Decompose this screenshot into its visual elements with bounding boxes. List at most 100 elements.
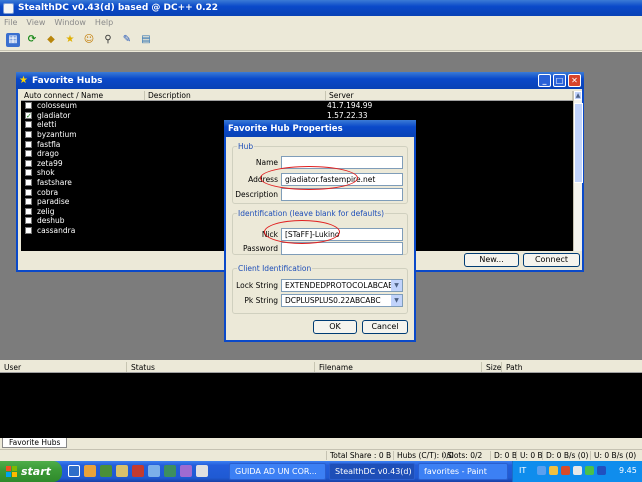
- scroll-up-icon[interactable]: ▲: [574, 91, 582, 100]
- auto-connect-checkbox[interactable]: ✓: [25, 111, 32, 119]
- auto-connect-checkbox[interactable]: [25, 121, 32, 129]
- tray-app-icon[interactable]: [549, 466, 558, 475]
- auto-connect-checkbox[interactable]: [25, 102, 32, 110]
- hub-icon[interactable]: ▦: [6, 32, 20, 47]
- star-icon[interactable]: ★: [63, 33, 77, 47]
- transfer-list[interactable]: User Status Filename Size Path: [0, 362, 642, 438]
- tray-antivirus-icon[interactable]: [561, 466, 570, 475]
- pk-string-value: DCPLUSPLUS0.22ABCABC: [285, 296, 381, 305]
- slots-status: Slots: 0/2: [443, 451, 482, 460]
- start-button[interactable]: start: [0, 461, 62, 482]
- window-controls: _ □ ✕: [536, 74, 581, 87]
- auto-connect-checkbox[interactable]: [25, 227, 32, 235]
- tray-network-icon[interactable]: [537, 466, 546, 475]
- column-header-size[interactable]: Size: [482, 362, 502, 372]
- auto-connect-checkbox[interactable]: [25, 207, 32, 215]
- task-guida[interactable]: GUIDA AD UN COR...: [229, 463, 326, 480]
- column-header-user[interactable]: User: [0, 362, 127, 372]
- menu-file[interactable]: File: [4, 18, 17, 27]
- tray-volume-icon[interactable]: [573, 466, 582, 475]
- menu-help[interactable]: Help: [95, 18, 113, 27]
- chevron-down-icon[interactable]: ▼: [391, 280, 402, 291]
- dialog-title: Favorite Hub Properties: [228, 123, 343, 134]
- tray-messenger-icon[interactable]: [585, 466, 594, 475]
- refresh-icon[interactable]: ⟳: [25, 33, 39, 47]
- auto-connect-checkbox[interactable]: [25, 140, 32, 148]
- hub-row[interactable]: ✓ gladiator 1.57.22.33: [21, 111, 573, 121]
- maximize-button[interactable]: □: [553, 74, 566, 87]
- task-paint[interactable]: favorites - Paint: [418, 463, 508, 480]
- quicklaunch-app4-icon[interactable]: [196, 465, 208, 477]
- annotation-circle-address: [260, 166, 358, 190]
- ok-button[interactable]: OK: [313, 320, 357, 334]
- column-header-path[interactable]: Path: [502, 362, 640, 372]
- app-title-bar[interactable]: StealthDC v0.43(d) based @ DC++ 0.22: [0, 0, 642, 16]
- favorite-hubs-title-bar[interactable]: ★ Favorite Hubs: [16, 72, 584, 89]
- status-bar: Total Share : 0 B Hubs (C/T): 0/0 Slots:…: [0, 449, 642, 461]
- hubs-list-scrollbar[interactable]: ▲: [573, 91, 583, 251]
- internet-explorer-icon[interactable]: [68, 465, 80, 477]
- hub-row[interactable]: colosseum 41.7.194.99: [21, 101, 573, 111]
- menu-window[interactable]: Window: [54, 18, 86, 27]
- task-stealthdc[interactable]: StealthDC v0.43(d) ...: [329, 463, 415, 480]
- column-header-description[interactable]: Description: [145, 91, 326, 100]
- minimize-button[interactable]: _: [538, 74, 551, 87]
- tray-shield-icon[interactable]: [597, 466, 606, 475]
- quicklaunch-app3-icon[interactable]: [180, 465, 192, 477]
- scroll-thumb[interactable]: [574, 103, 583, 183]
- tab-favorite-hubs[interactable]: Favorite Hubs: [2, 438, 68, 448]
- column-header-filename[interactable]: Filename: [315, 362, 482, 372]
- auto-connect-checkbox[interactable]: [25, 150, 32, 158]
- language-indicator[interactable]: IT: [519, 466, 526, 475]
- description-field[interactable]: [281, 188, 403, 201]
- clock[interactable]: 9.45: [619, 466, 637, 475]
- system-tray: IT 9.45: [512, 461, 642, 482]
- show-desktop-icon[interactable]: [148, 465, 160, 477]
- task-paint-label: favorites - Paint: [424, 467, 487, 476]
- auto-connect-checkbox[interactable]: [25, 169, 32, 177]
- pk-string-select[interactable]: DCPLUSPLUS0.22ABCABC ▼: [281, 294, 403, 307]
- close-button[interactable]: ✕: [568, 74, 581, 87]
- pk-string-label: Pk String: [244, 296, 278, 305]
- hubs-list-header: Auto connect / Name Description Server: [21, 91, 573, 101]
- app-icon: [3, 2, 14, 14]
- taskbar: start GUIDA AD UN COR... StealthDC v0.43…: [0, 461, 642, 482]
- users-icon[interactable]: ☺: [82, 33, 96, 47]
- column-header-status[interactable]: Status: [127, 362, 315, 372]
- chevron-down-icon[interactable]: ▼: [391, 295, 402, 306]
- new-hub-button[interactable]: New...: [464, 253, 519, 267]
- search-icon[interactable]: ⚲: [101, 33, 115, 47]
- auto-connect-checkbox[interactable]: [25, 217, 32, 225]
- hub-server: 41.7.194.99: [327, 101, 373, 111]
- auto-connect-checkbox[interactable]: [25, 188, 32, 196]
- folder-icon[interactable]: [116, 465, 128, 477]
- auto-connect-checkbox[interactable]: [25, 159, 32, 167]
- auto-connect-checkbox[interactable]: [25, 198, 32, 206]
- adl-search-icon[interactable]: ✎: [120, 33, 134, 47]
- windows-logo-icon: [6, 466, 17, 477]
- lock-string-select[interactable]: EXTENDEDPROTOCOLABCABCAB ▼: [281, 279, 403, 292]
- favorite-hubs-icon[interactable]: ◆: [44, 33, 58, 47]
- messenger-icon[interactable]: [100, 465, 112, 477]
- description-label: Description: [235, 190, 278, 199]
- favorite-hubs-title: Favorite Hubs: [31, 75, 103, 86]
- column-header-name[interactable]: Auto connect / Name: [21, 91, 145, 100]
- cancel-button[interactable]: Cancel: [362, 320, 408, 334]
- media-player-icon[interactable]: [84, 465, 96, 477]
- notepad-icon[interactable]: ▤: [139, 33, 153, 47]
- dialog-title-bar[interactable]: Favorite Hub Properties: [224, 120, 416, 137]
- quicklaunch-app2-icon[interactable]: [164, 465, 176, 477]
- upload-rate-status: U: 0 B/s (0): [590, 451, 636, 460]
- column-header-server[interactable]: Server: [326, 91, 573, 100]
- star-icon: ★: [19, 75, 28, 86]
- connect-button[interactable]: Connect: [523, 253, 580, 267]
- app-title: StealthDC v0.43(d) based @ DC++ 0.22: [18, 3, 219, 13]
- favorite-hub-properties-dialog: Favorite Hub Properties Hub Name Address…: [224, 120, 416, 342]
- auto-connect-checkbox[interactable]: [25, 179, 32, 187]
- auto-connect-checkbox[interactable]: [25, 131, 32, 139]
- quicklaunch-app-icon[interactable]: [132, 465, 144, 477]
- total-share-status: Total Share : 0 B: [326, 451, 391, 460]
- name-label: Name: [255, 158, 278, 167]
- menu-view[interactable]: View: [26, 18, 45, 27]
- task-stealthdc-label: StealthDC v0.43(d) ...: [335, 467, 415, 476]
